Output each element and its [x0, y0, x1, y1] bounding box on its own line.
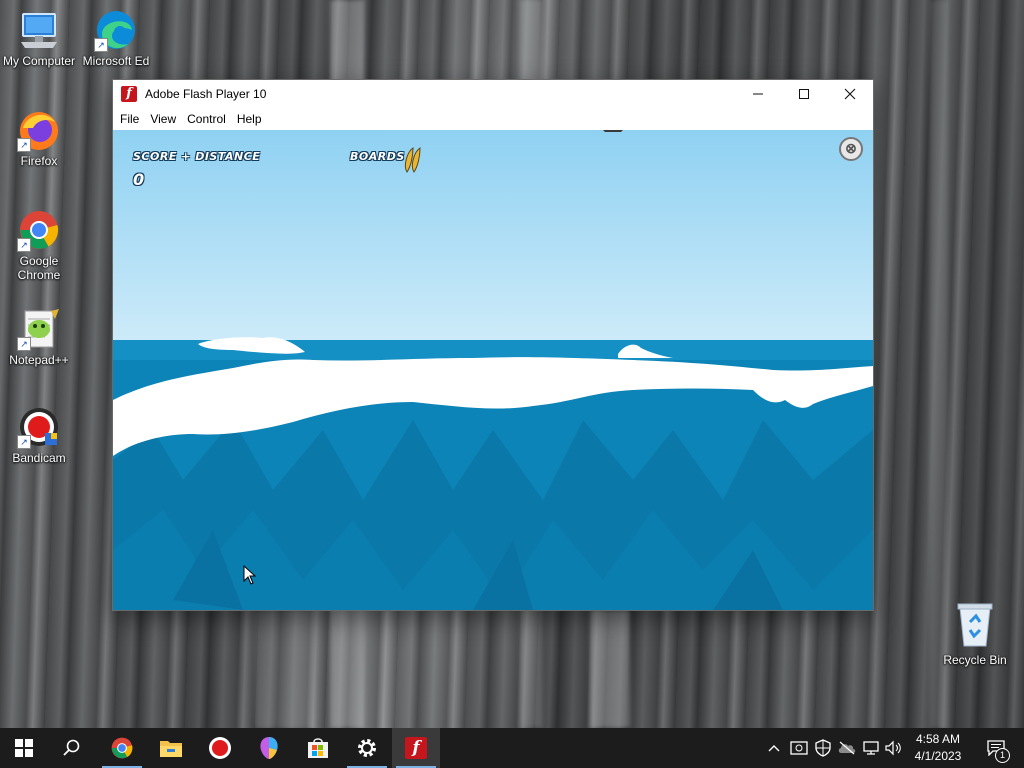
desktop-icon-firefox[interactable]: ↗ Firefox [1, 108, 77, 168]
windows-logo-icon [15, 739, 33, 757]
window-titlebar[interactable]: f Adobe Flash Player 10 [113, 80, 873, 108]
score-distance-label: SCORE + DISTANCE [133, 150, 261, 163]
menu-bar: File View Control Help [113, 108, 873, 130]
shortcut-arrow-icon: ↗ [17, 138, 31, 152]
desktop-icon-label: Bandicam [12, 451, 66, 465]
show-hidden-icons-button[interactable] [764, 728, 784, 768]
menu-file[interactable]: File [116, 112, 146, 126]
mouse-cursor-icon [243, 565, 257, 585]
recycle-bin-icon [957, 603, 993, 647]
desktop-icon-google-chrome[interactable]: ↗ Google Chrome [1, 208, 77, 282]
maximize-icon [799, 89, 809, 99]
clock-date: 4/1/2023 [914, 749, 962, 763]
taskbar-clock[interactable]: 4:58 AM 4/1/2023 [905, 731, 971, 765]
taskbar-settings[interactable] [343, 728, 391, 768]
gear-icon [358, 739, 376, 757]
desktop-icon-label: Microsoft Ed [82, 54, 150, 68]
maximize-button[interactable] [781, 80, 827, 108]
ocean-scene [113, 130, 873, 610]
start-button[interactable] [0, 728, 48, 768]
menu-view[interactable]: View [146, 112, 183, 126]
search-button[interactable] [48, 728, 96, 768]
desktop-icon-bandicam[interactable]: ↗ Bandicam [1, 405, 77, 465]
window-title: Adobe Flash Player 10 [145, 87, 267, 101]
taskbar-bandicam[interactable] [196, 728, 244, 768]
shield-icon [815, 739, 831, 757]
flash-player-window[interactable]: f Adobe Flash Player 10 File View Contro… [113, 80, 873, 610]
tray-network-button[interactable] [860, 728, 882, 768]
speaker-icon [885, 740, 901, 756]
notification-count-badge: 1 [995, 748, 1010, 763]
desktop-icon-label: Firefox [20, 154, 58, 168]
chrome-icon [111, 737, 133, 759]
menu-help[interactable]: Help [233, 112, 269, 126]
search-icon [63, 739, 80, 756]
desktop-icon-microsoft-edge[interactable]: ↗ Microsoft Ed [78, 8, 154, 68]
taskbar-flash-player[interactable]: f [392, 728, 440, 768]
close-button[interactable] [827, 80, 873, 108]
desktop-icon-my-computer[interactable]: My Computer [1, 8, 77, 68]
shortcut-arrow-icon: ↗ [17, 238, 31, 252]
taskbar-file-explorer[interactable] [147, 728, 195, 768]
screen-capture-icon [790, 741, 808, 755]
shortcut-arrow-icon: ↗ [17, 435, 31, 449]
close-icon [844, 88, 856, 100]
taskbar: f 4:58 AM 4/1/2023 1 [0, 728, 1024, 768]
taskbar-chrome[interactable] [98, 728, 146, 768]
shortcut-arrow-icon: ↗ [94, 38, 108, 52]
desktop-icon-notepad-plus-plus[interactable]: ↗ Notepad++ [1, 307, 77, 367]
chevron-up-icon [768, 745, 780, 752]
score-value: 0 [133, 170, 145, 189]
menu-control[interactable]: Control [183, 112, 233, 126]
record-icon [209, 737, 231, 759]
taskbar-paint-3d[interactable] [245, 728, 293, 768]
cloud-off-icon [838, 741, 856, 755]
flash-player-icon: f [121, 86, 137, 102]
desktop-icon-label: My Computer [2, 54, 76, 68]
game-stage[interactable]: SCORE + DISTANCE 0 BOARDS ⊗ [113, 130, 873, 610]
tray-onedrive-button[interactable] [836, 728, 858, 768]
desktop-icon-label: Notepad++ [9, 353, 69, 367]
tray-capture-icon-button[interactable] [788, 728, 810, 768]
taskbar-microsoft-store[interactable] [294, 728, 342, 768]
desktop-icon-label: Google Chrome [17, 254, 61, 282]
clock-time: 4:58 AM [915, 732, 961, 746]
tray-security-button[interactable] [812, 728, 834, 768]
shortcut-arrow-icon: ↗ [17, 337, 31, 351]
store-icon [308, 738, 328, 758]
tray-volume-button[interactable] [884, 728, 904, 768]
minimize-button[interactable] [735, 80, 781, 108]
folder-icon [160, 741, 182, 757]
action-center-button[interactable]: 1 [976, 728, 1016, 768]
boards-label: BOARDS [350, 150, 405, 163]
recycle-bin-label: Recycle Bin [943, 653, 1007, 667]
surfboard-icon [404, 147, 421, 173]
minimize-icon [753, 93, 763, 95]
game-close-button[interactable]: ⊗ [839, 137, 863, 161]
computer-icon [21, 13, 57, 48]
flash-player-icon: f [405, 737, 427, 759]
paint-3d-icon [260, 737, 278, 759]
network-icon [863, 741, 879, 755]
